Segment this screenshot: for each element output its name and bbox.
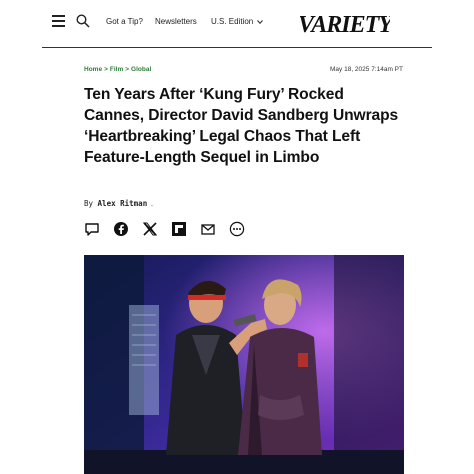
publish-date: May 18, 2025 7:14am PT bbox=[330, 66, 403, 73]
article-headline: Ten Years After ‘Kung Fury’ Rocked Canne… bbox=[84, 86, 399, 166]
facebook-icon[interactable] bbox=[113, 221, 129, 237]
site-header: Got a Tip? Newsletters U.S. Edition VARI… bbox=[0, 0, 474, 48]
more-icon[interactable] bbox=[229, 221, 245, 237]
breadcrumb-film[interactable]: Film bbox=[110, 66, 123, 73]
breadcrumb-global[interactable]: Global bbox=[131, 66, 151, 73]
variety-logo[interactable]: VARIETY bbox=[300, 8, 390, 38]
menu-icon[interactable] bbox=[52, 15, 65, 27]
search-icon[interactable] bbox=[76, 14, 90, 28]
breadcrumb-separator: > bbox=[125, 66, 130, 73]
logo-text: VARIETY bbox=[300, 12, 390, 38]
email-icon[interactable] bbox=[200, 221, 216, 237]
byline-prefix: By bbox=[84, 199, 94, 208]
comment-icon[interactable] bbox=[84, 221, 100, 237]
newsletters-link[interactable]: Newsletters bbox=[155, 17, 197, 26]
got-a-tip-link[interactable]: Got a Tip? bbox=[106, 17, 143, 26]
byline: By Alex Ritman ⌄ bbox=[84, 199, 154, 208]
chevron-down-icon bbox=[257, 20, 264, 24]
hero-image bbox=[84, 255, 404, 474]
flipboard-icon[interactable] bbox=[171, 221, 187, 237]
edition-label: U.S. Edition bbox=[211, 17, 254, 26]
x-icon[interactable] bbox=[142, 221, 158, 237]
edition-selector[interactable]: U.S. Edition bbox=[211, 17, 264, 26]
author-dropdown-icon[interactable]: ⌄ bbox=[150, 201, 154, 208]
header-divider bbox=[42, 47, 432, 48]
breadcrumb: Home > Film > Global bbox=[84, 66, 153, 73]
breadcrumb-separator: > bbox=[104, 66, 108, 73]
breadcrumb-home[interactable]: Home bbox=[84, 66, 102, 73]
author-link[interactable]: Alex Ritman bbox=[98, 199, 148, 208]
